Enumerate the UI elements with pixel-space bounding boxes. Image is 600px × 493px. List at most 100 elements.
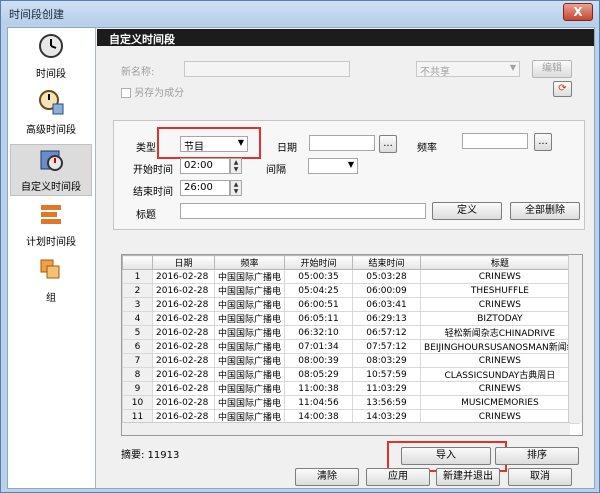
sidebar-item-label: 计划时间段 — [26, 237, 76, 248]
cell-start: 05:00:35 — [284, 269, 354, 284]
col-date[interactable]: 日期 — [152, 255, 215, 270]
cell-index: 1 — [122, 269, 153, 284]
cell-date: 2016-02-28 — [152, 353, 215, 368]
cell-start: 06:00:51 — [284, 297, 354, 312]
table-row[interactable]: 8 2016-02-28 中国国际广播电 08:05:29 10:57:59 CLASSI… — [122, 367, 580, 382]
date-label: 日期 — [277, 143, 297, 154]
cell-date: 2016-02-28 — [152, 283, 215, 298]
table-row[interactable]: 9 2016-02-28 中国国际广播电 11:00:38 11:03:29 CRINEW… — [122, 381, 580, 396]
date-input[interactable] — [309, 135, 375, 151]
cell-title: CRINEWS — [420, 269, 580, 284]
create-exit-button[interactable]: 新建并退出 — [436, 468, 500, 486]
table-row[interactable]: 7 2016-02-28 中国国际广播电 08:00:39 08:03:29 CRINEW… — [122, 353, 580, 368]
end-time-label: 结束时间 — [133, 187, 173, 198]
cell-start: 11:00:38 — [284, 381, 354, 396]
save-as-component-checkbox[interactable]: 另存为成分 — [121, 84, 184, 99]
date-browse-button[interactable]: ... — [379, 135, 397, 153]
cell-start: 11:04:56 — [284, 395, 354, 410]
cell-title: CRINEWS — [420, 381, 580, 396]
sidebar-item-group[interactable]: 组 — [10, 256, 92, 304]
cell-start: 07:01:34 — [284, 339, 354, 354]
cell-title: CLASSICSUNDAY古典周日 — [420, 367, 580, 382]
cell-date: 2016-02-28 — [152, 381, 215, 396]
col-index[interactable] — [122, 255, 153, 270]
cell-title: THESHUFFLE — [420, 283, 580, 298]
cell-end: 13:56:59 — [352, 395, 422, 410]
cell-index: 5 — [122, 325, 153, 340]
close-button[interactable]: X — [563, 3, 593, 21]
cell-date: 2016-02-28 — [152, 395, 215, 410]
col-start[interactable]: 开始时间 — [284, 255, 354, 270]
cell-freq: 中国国际广播电 — [213, 339, 286, 354]
delete-all-button[interactable]: 全部删除 — [510, 202, 580, 220]
table-row[interactable]: 4 2016-02-28 中国国际广播电 06:05:11 06:29:13 BIZTOD… — [122, 311, 580, 326]
name-input[interactable] — [184, 61, 350, 77]
edit-button[interactable]: 编辑 — [532, 60, 572, 78]
sidebar-item-advanced[interactable]: 高级时间段 — [10, 88, 92, 136]
cell-end: 10:57:59 — [352, 367, 422, 382]
cancel-button[interactable]: 取消 — [508, 468, 572, 486]
cell-end: 06:29:13 — [352, 311, 422, 326]
cell-date: 2016-02-28 — [152, 367, 215, 382]
table-row[interactable]: 1 2016-02-28 中国国际广播电 05:00:35 05:03:28 CRINEW… — [122, 269, 580, 284]
chevron-down-icon: ▼ — [509, 63, 516, 72]
cell-freq: 中国国际广播电 — [213, 311, 286, 326]
cell-end: 06:00:09 — [352, 283, 422, 298]
share-select[interactable]: 不共享 ▼ — [416, 61, 520, 78]
cell-index: 2 — [122, 283, 153, 298]
checkbox-box[interactable] — [121, 88, 131, 98]
cell-date: 2016-02-28 — [152, 325, 215, 340]
cell-title: 轻松新闻杂志CHINADRIVE — [420, 325, 580, 340]
title-input[interactable] — [180, 203, 426, 219]
cell-end: 06:57:12 — [352, 325, 422, 340]
table-row[interactable]: 2 2016-02-28 中国国际广播电 05:04:25 06:00:09 THESHU… — [122, 283, 580, 298]
define-button[interactable]: 定义 — [432, 202, 502, 220]
col-end[interactable]: 结束时间 — [352, 255, 422, 270]
table-row[interactable]: 5 2016-02-28 中国国际广播电 06:32:10 06:57:12 轻松新闻杂志… — [122, 325, 580, 340]
sidebar-item-schedule[interactable]: 计划时间段 — [10, 200, 92, 248]
cell-start: 06:05:11 — [284, 311, 354, 326]
results-table[interactable]: 日期 频率 开始时间 结束时间 标题 1 2016-02-28 中国国际广播电 05:… — [121, 254, 583, 436]
start-time-spinner[interactable]: ▲ ▼ — [230, 158, 242, 174]
sort-button[interactable]: 排序 — [495, 447, 579, 465]
apply-button[interactable]: 应用 — [366, 468, 430, 486]
table-row[interactable]: 6 2016-02-28 中国国际广播电 07:01:34 07:57:12 BEIJIN… — [122, 339, 580, 354]
horizontal-scrollbar[interactable] — [122, 422, 570, 435]
cell-start: 05:04:25 — [284, 283, 354, 298]
clock-gear-icon — [39, 90, 64, 115]
share-select-value: 不共享 — [420, 67, 450, 78]
sidebar: 时间段 高级时间段 自定义时间段 计划时间段 组 — [8, 28, 96, 488]
refresh-icon[interactable]: ⟳ — [553, 81, 572, 97]
sidebar-item-label: 自定义时间段 — [21, 182, 81, 193]
type-highlight — [157, 127, 261, 159]
table-row[interactable]: 10 2016-02-28 中国国际广播电 11:04:56 13:56:59 MUSIC… — [122, 395, 580, 410]
cell-end: 06:03:41 — [352, 297, 422, 312]
interval-select[interactable]: ▼ — [308, 158, 358, 174]
sidebar-item-custom[interactable]: 自定义时间段 — [10, 144, 92, 196]
cell-end: 05:03:28 — [352, 269, 422, 284]
chevron-down-icon: ▼ — [347, 160, 354, 169]
table-row[interactable]: 3 2016-02-28 中国国际广播电 06:00:51 06:03:41 CRINEW… — [122, 297, 580, 312]
window-title: 时间段创建 — [9, 8, 64, 21]
col-freq[interactable]: 频率 — [213, 255, 286, 270]
clear-button[interactable]: 清除 — [295, 468, 359, 486]
cell-freq: 中国国际广播电 — [213, 269, 286, 284]
cell-freq: 中国国际广播电 — [213, 283, 286, 298]
name-label: 新名称: — [121, 67, 155, 78]
end-time-input[interactable]: 26:00 — [180, 180, 230, 196]
freq-input[interactable] — [462, 133, 528, 149]
vertical-scrollbar[interactable] — [568, 255, 582, 423]
cell-freq: 中国国际广播电 — [213, 297, 286, 312]
cell-freq: 中国国际广播电 — [213, 395, 286, 410]
start-time-input[interactable]: 02:00 — [180, 158, 230, 174]
cell-freq: 中国国际广播电 — [213, 353, 286, 368]
main-panel: 新名称: 不共享 ▼ 编辑 另存为成分 ⟳ 类型 节目 ▼ 日期 ... 频率 … — [97, 46, 594, 488]
cell-title: MUSICMEMORIES — [420, 395, 580, 410]
start-time-label: 开始时间 — [133, 165, 173, 176]
cell-start: 06:32:10 — [284, 325, 354, 340]
title-bar[interactable]: 时间段创建 X — [1, 1, 599, 25]
freq-browse-button[interactable]: ... — [534, 133, 552, 151]
col-title[interactable]: 标题 — [420, 255, 580, 270]
sidebar-item-timeslot[interactable]: 时间段 — [10, 32, 92, 80]
end-time-spinner[interactable]: ▲ ▼ — [230, 180, 242, 196]
